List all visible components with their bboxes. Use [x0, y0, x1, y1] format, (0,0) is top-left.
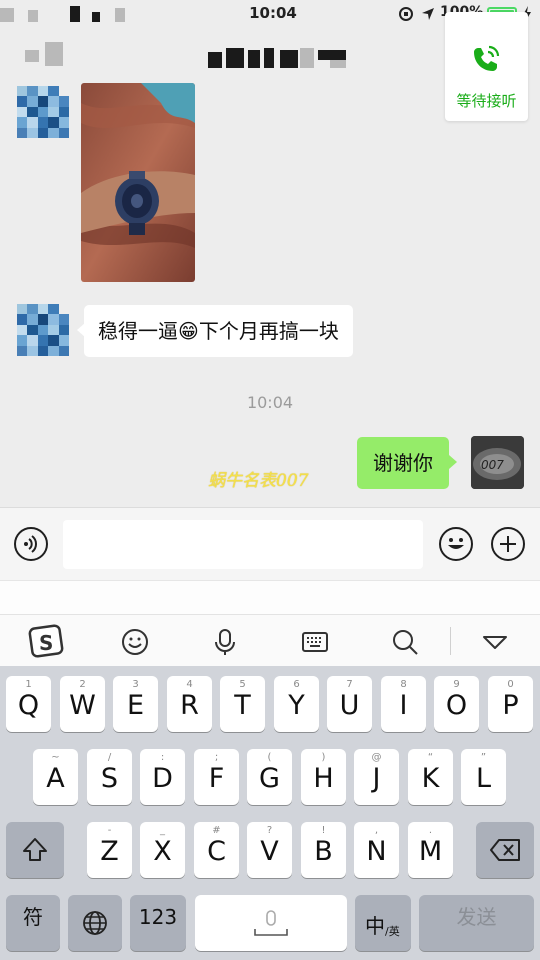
watermark: 蜗牛名表007: [208, 471, 309, 491]
globe-icon: [83, 911, 107, 935]
self-avatar-text: 007: [481, 458, 504, 472]
language-switch-key[interactable]: 中 /英: [355, 895, 411, 951]
toolbar-divider: [450, 627, 451, 655]
more-button[interactable]: [491, 527, 525, 561]
key-i[interactable]: 8I: [381, 676, 426, 732]
contact-avatar[interactable]: [17, 304, 69, 356]
watch-photo: [81, 83, 195, 282]
message-input[interactable]: [63, 520, 423, 569]
sogou-logo-icon[interactable]: S: [28, 623, 64, 659]
message-text: 谢谢你: [373, 451, 433, 475]
key-r[interactable]: 4R: [167, 676, 212, 732]
key-z[interactable]: -Z: [87, 822, 132, 878]
key-d[interactable]: :D: [140, 749, 185, 805]
key-h[interactable]: ) H: [301, 749, 346, 805]
key-k[interactable]: “K: [408, 749, 453, 805]
key-v[interactable]: ? V: [247, 822, 292, 878]
key-q[interactable]: 1Q: [6, 676, 51, 732]
collapse-icon[interactable]: [480, 627, 510, 657]
backspace-key[interactable]: [476, 822, 534, 878]
microphone-icon[interactable]: [210, 627, 240, 657]
phone-icon: [474, 45, 500, 71]
key-m[interactable]: .M: [408, 822, 453, 878]
ime-toolbar: S: [0, 614, 540, 668]
key-a[interactable]: ~ A: [33, 749, 78, 805]
key-f[interactable]: ; F: [194, 749, 239, 805]
key-o[interactable]: 9O: [434, 676, 479, 732]
self-avatar[interactable]: 007: [471, 436, 524, 489]
smiley-icon[interactable]: [120, 627, 150, 657]
backspace-icon: [490, 839, 520, 861]
message-text: 下个月再搞一块: [198, 319, 339, 343]
key-x[interactable]: _ X: [140, 822, 185, 878]
voice-button[interactable]: [14, 527, 48, 561]
emoji-icon: [448, 538, 464, 549]
incoming-text-bubble[interactable]: 稳得一逼😁下个月再搞一块: [77, 305, 353, 357]
key-u[interactable]: 7U: [327, 676, 372, 732]
outgoing-text-bubble[interactable]: 谢谢你: [357, 437, 457, 489]
plus-icon: [500, 536, 516, 552]
key-t[interactable]: 5T: [220, 676, 265, 732]
space-key[interactable]: [195, 895, 347, 951]
status-time: 10:04: [249, 4, 297, 22]
key-y[interactable]: 6Y: [274, 676, 319, 732]
shift-icon: [23, 838, 47, 861]
key-l[interactable]: ” L: [461, 749, 506, 805]
key-g[interactable]: (G: [247, 749, 292, 805]
input-spacer: [0, 580, 540, 615]
globe-key[interactable]: [68, 895, 122, 951]
key-p[interactable]: 0P: [488, 676, 533, 732]
send-key[interactable]: 发送: [419, 895, 534, 951]
image-message[interactable]: [81, 83, 195, 282]
voice-icon: [24, 535, 37, 553]
keyboard-icon[interactable]: [300, 627, 330, 657]
svg-text:S: S: [39, 631, 53, 655]
key-c[interactable]: # C: [194, 822, 239, 878]
message-text: 稳得一逼: [98, 319, 178, 343]
input-bar: [0, 507, 540, 581]
keyboard: 1Q 2W 3E 4R 5T 6Y 7U 8I 9O 0P ~ A / S :D ;…: [0, 666, 540, 960]
search-icon[interactable]: [390, 627, 420, 657]
key-b[interactable]: ! B: [301, 822, 346, 878]
call-waiting-label: 等待接听: [456, 92, 517, 110]
key-j[interactable]: @ J: [354, 749, 399, 805]
space-mic-icon: [254, 910, 288, 936]
key-e[interactable]: 3E: [113, 676, 158, 732]
grin-emoji: 😁: [178, 319, 199, 343]
key-s[interactable]: / S: [87, 749, 132, 805]
emoji-button[interactable]: [439, 527, 473, 561]
key-n[interactable]: ,N: [354, 822, 399, 878]
shift-key[interactable]: [6, 822, 64, 878]
key-w[interactable]: 2W: [60, 676, 105, 732]
self-avatar-image: 007: [471, 436, 524, 489]
rotation-lock-icon: [399, 7, 413, 21]
location-icon: [422, 8, 434, 20]
message-timestamp: 10:04: [246, 393, 294, 412]
contact-avatar[interactable]: [17, 86, 69, 138]
symbols-key[interactable]: 符: [6, 895, 60, 951]
call-waiting-card[interactable]: 等待接听: [445, 12, 528, 121]
numbers-key[interactable]: 123: [130, 895, 186, 951]
